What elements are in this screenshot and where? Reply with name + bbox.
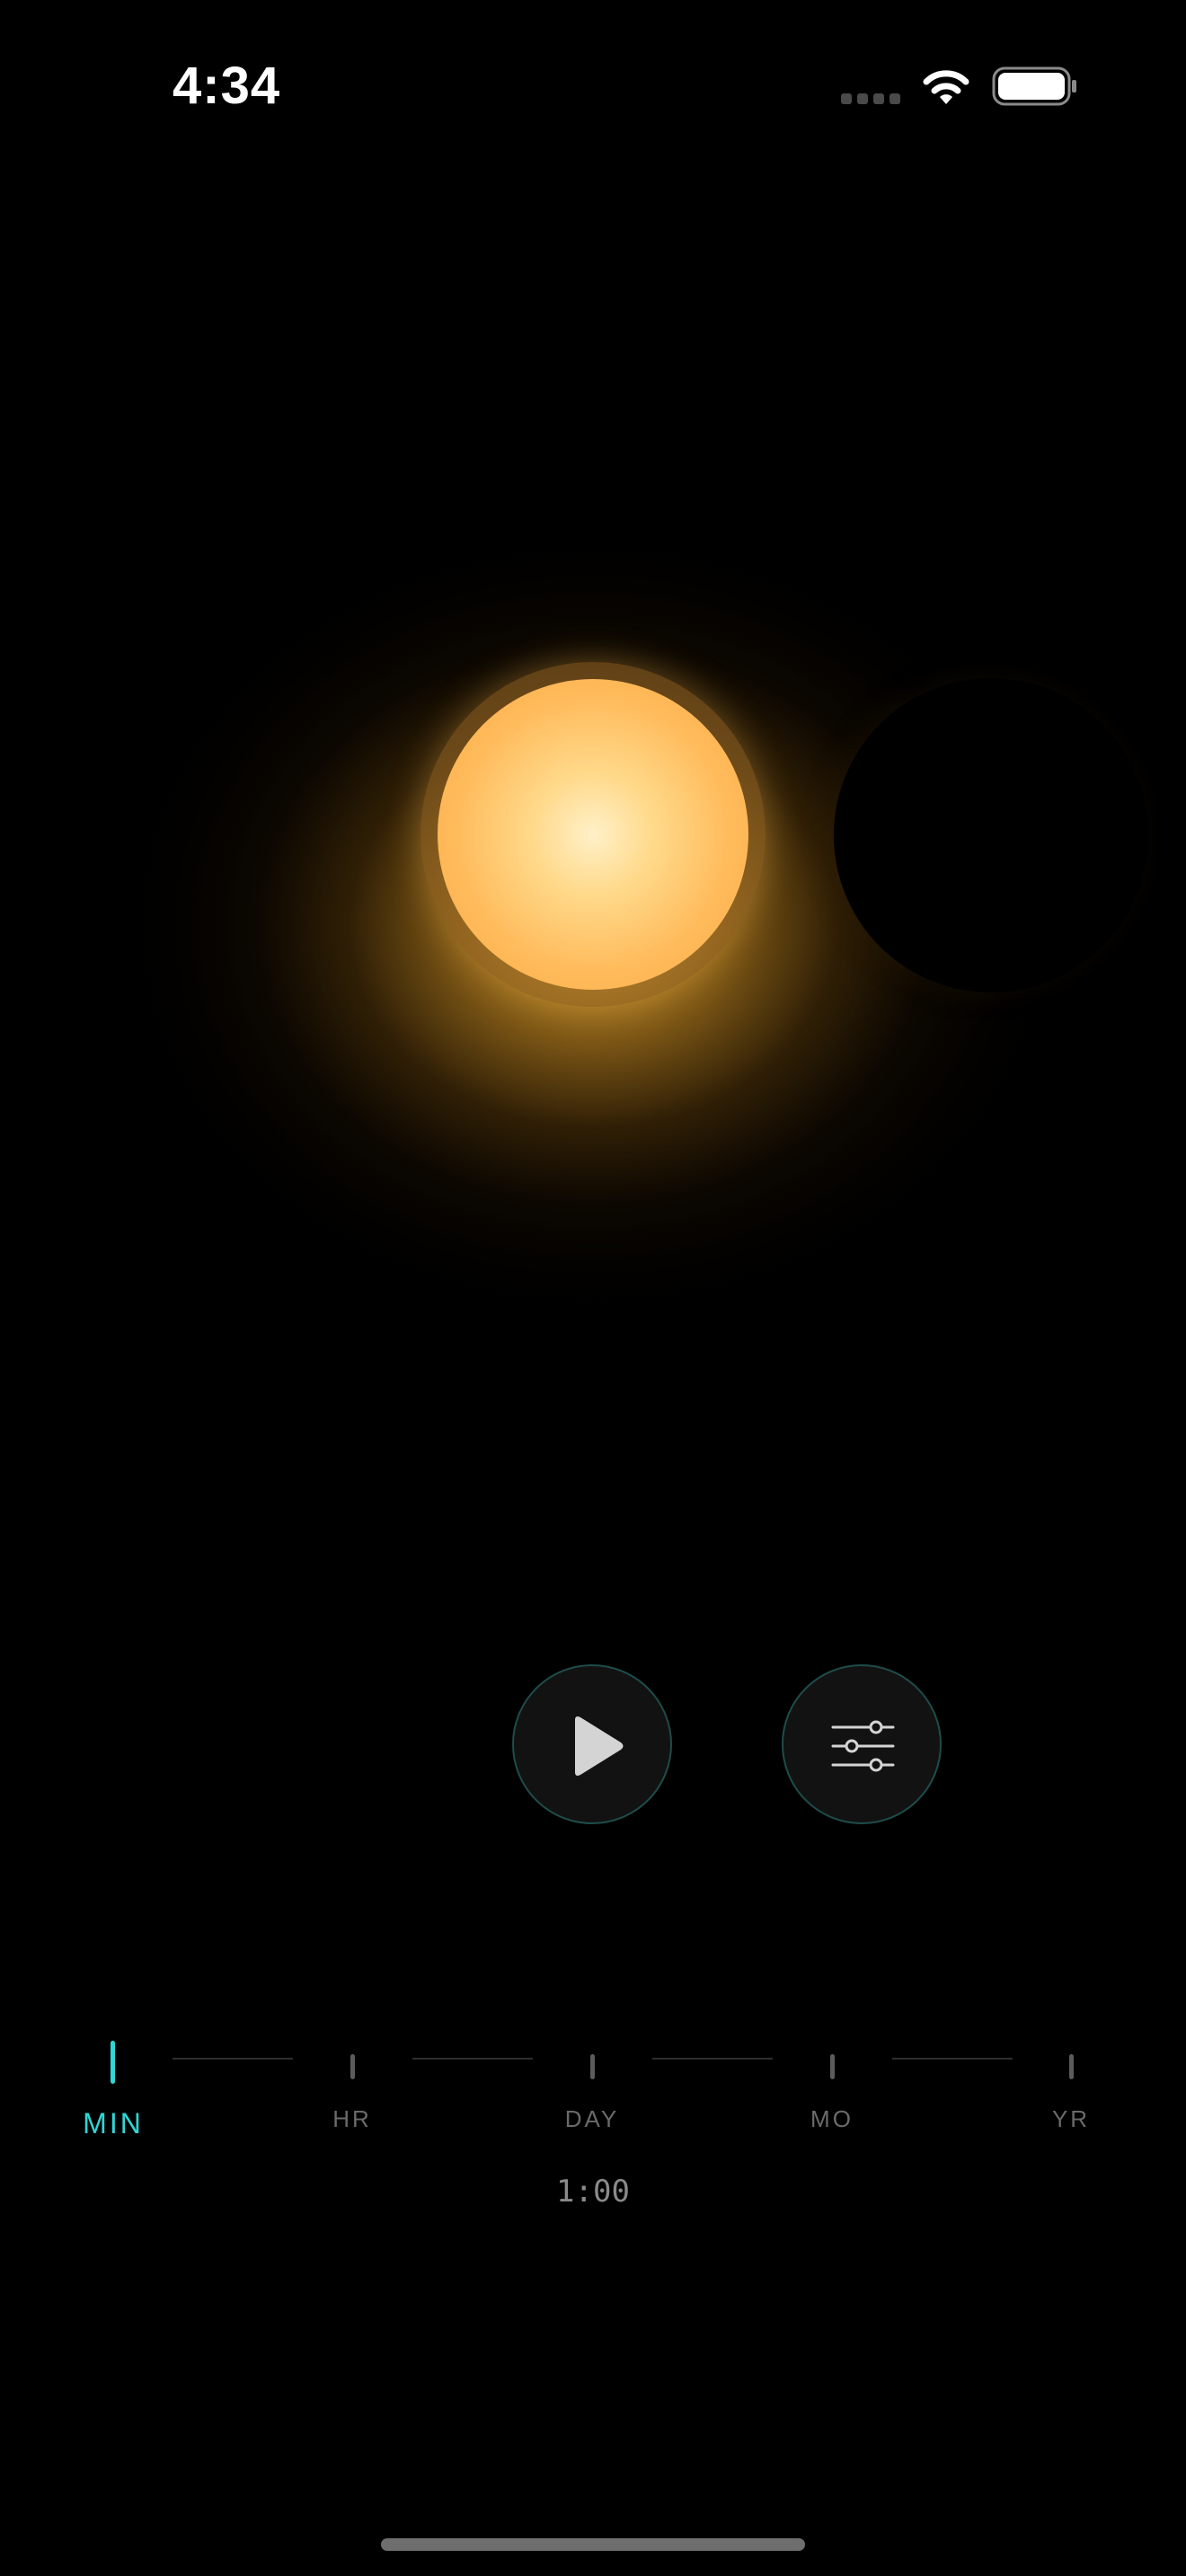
status-bar: 4:34 xyxy=(0,0,1186,171)
sun-icon xyxy=(438,679,748,990)
play-icon xyxy=(575,1716,624,1776)
timescale-tick-yr[interactable] xyxy=(1069,2054,1074,2079)
eclipse-scene xyxy=(0,269,1186,1401)
timescale-track xyxy=(412,2058,533,2060)
duration-readout: 1:00 xyxy=(556,2174,630,2210)
timescale-tick-min[interactable] xyxy=(111,2041,115,2084)
cellular-signal-icon xyxy=(841,93,902,106)
timescale-tick-day[interactable] xyxy=(590,2054,595,2079)
sliders-icon xyxy=(831,1720,895,1772)
wifi-icon xyxy=(918,63,974,108)
timescale-tick-hr[interactable] xyxy=(350,2054,355,2079)
timescale-option-hr[interactable]: HR xyxy=(298,2105,406,2133)
timescale-option-mo[interactable]: MO xyxy=(778,2105,886,2133)
timescale-track xyxy=(652,2058,773,2060)
timescale-option-yr[interactable]: YR xyxy=(1017,2105,1125,2133)
timescale-tick-mo[interactable] xyxy=(830,2054,835,2079)
timescale-track xyxy=(892,2058,1013,2060)
status-time: 4:34 xyxy=(173,57,281,115)
moon-icon xyxy=(834,678,1148,992)
settings-button[interactable] xyxy=(782,1664,942,1824)
play-button[interactable] xyxy=(512,1664,672,1824)
home-indicator[interactable] xyxy=(381,2538,805,2551)
timescale-option-day[interactable]: DAY xyxy=(538,2105,646,2133)
timescale-track xyxy=(173,2058,293,2060)
battery-icon xyxy=(992,66,1078,106)
timescale-selector: MIN HR DAY MO YR 1:00 xyxy=(0,2030,1186,2263)
timescale-option-min[interactable]: MIN xyxy=(59,2107,167,2140)
